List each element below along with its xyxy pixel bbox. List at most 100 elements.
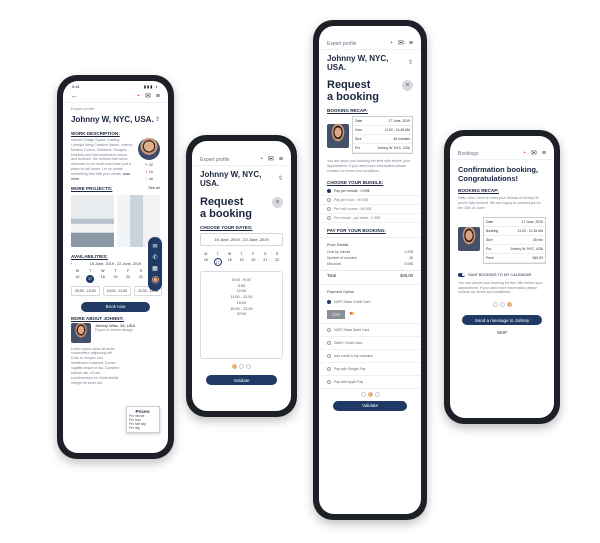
phone-icon[interactable]: ✆ xyxy=(152,254,157,261)
payment-option[interactable]: HDFC Bank Credit Card CVV ●● xyxy=(319,296,421,324)
pager-dot xyxy=(506,302,512,308)
radio-icon[interactable] xyxy=(327,379,331,384)
week-picker: M T W T F S S 16 17 18 19 20 21 22 xyxy=(192,252,291,267)
payment-option[interactable]: Debit / Credit Card xyxy=(319,337,421,350)
bundle-option[interactable]: Pay per minute : 0.99$ xyxy=(319,187,421,196)
date-cell[interactable]: 20 xyxy=(247,258,259,266)
calendar-icon[interactable]: ▦ xyxy=(152,265,158,272)
menu-icon[interactable]: ≡ xyxy=(409,40,413,47)
project-image[interactable] xyxy=(71,194,114,247)
top-icons: ◔ ✉ ≡ xyxy=(259,156,283,163)
pager-dot xyxy=(499,302,505,308)
total-line: Total $40,00 xyxy=(319,269,421,280)
radio-icon[interactable] xyxy=(327,366,331,371)
mail-icon[interactable]: ✉ xyxy=(398,40,404,47)
day-label: F xyxy=(127,268,130,273)
see-all-link[interactable]: See all xyxy=(148,186,160,190)
time-option[interactable]: 22:00 xyxy=(201,312,282,318)
payment-label: Debit / Credit Card xyxy=(334,340,363,345)
notification-icon[interactable]: ◔ xyxy=(522,150,526,157)
radio-selected-icon[interactable] xyxy=(327,188,331,193)
back-arrow-icon[interactable]: ← xyxy=(71,93,78,100)
notification-icon[interactable]: ◔ xyxy=(136,93,140,100)
date-cell[interactable]: 17 xyxy=(212,258,224,267)
phone-request-dates: Expert profile ◔ ✉ ≡ Johnny W, NYC, USA.… xyxy=(186,135,297,417)
bundle-option[interactable]: Per half course : 49.00$ xyxy=(319,205,421,214)
radio-selected-icon[interactable] xyxy=(327,299,331,304)
date-cell[interactable]: 18 xyxy=(224,258,236,266)
close-icon[interactable]: × xyxy=(402,80,413,91)
modal-header: Request a booking × xyxy=(192,192,291,222)
radio-icon[interactable] xyxy=(327,340,331,345)
chat-icon[interactable]: ✉ xyxy=(152,243,157,250)
phone-booking-payment: Expert profile ◔ ✉ ≡ Johnny W, NYC, USA.… xyxy=(313,20,427,520)
recap-row: Hour 11:00 - 11:45 AM xyxy=(353,126,412,136)
time-slot[interactable]: 10:00 - 11:00 xyxy=(102,285,132,296)
share-icon[interactable]: ⇧ xyxy=(155,117,160,123)
phone-confirmation: Bookings ◔ ✉ ≡ Confirmation booking, Con… xyxy=(444,130,560,424)
time-slot[interactable]: 09:00 - 10:00 xyxy=(71,285,100,296)
mail-icon[interactable]: ✉ xyxy=(145,93,151,100)
date-cell[interactable]: 16 xyxy=(71,275,84,283)
mail-icon[interactable]: ✉ xyxy=(268,156,274,163)
day-label: S xyxy=(139,268,143,273)
cvv-input[interactable]: CVV xyxy=(327,309,346,319)
day-label: M xyxy=(204,252,208,257)
day-label: W xyxy=(227,252,232,257)
validate-button[interactable]: Validate xyxy=(333,400,407,411)
date-cell[interactable]: 16 xyxy=(200,258,212,266)
calendar-toggle[interactable] xyxy=(458,272,465,277)
stat-comments: ✎ 32 xyxy=(145,163,153,167)
pager-dot xyxy=(492,302,498,308)
notification-icon[interactable]: ◔ xyxy=(259,156,263,163)
stat-likes-value: 46 xyxy=(149,177,154,181)
date-cell[interactable]: 17 xyxy=(84,274,97,283)
recap-row: Size 45 minutes xyxy=(353,135,412,145)
menu-icon[interactable]: ≡ xyxy=(279,156,283,163)
menu-icon[interactable]: ≡ xyxy=(542,150,546,157)
payment-option[interactable]: Pay with Google Pay xyxy=(319,363,421,376)
payment-option[interactable]: Add credit to my overview xyxy=(319,350,421,363)
screen-booking-payment: Expert profile ◔ ✉ ≡ Johnny W, NYC, USA.… xyxy=(319,26,421,514)
skip-link[interactable]: SKIP xyxy=(450,330,554,335)
radio-icon[interactable] xyxy=(327,215,331,220)
bundle-option[interactable]: Per minute - per week : 0.99$ xyxy=(319,214,421,223)
payment-option[interactable]: Pay with Apple Pay xyxy=(319,376,421,389)
page-label: Expert profile xyxy=(71,106,95,111)
radio-icon[interactable] xyxy=(327,206,331,211)
radio-icon[interactable] xyxy=(327,197,331,202)
date-cell[interactable]: 19 xyxy=(109,275,122,283)
book-now-button[interactable]: Book now xyxy=(81,301,150,312)
bundle-option[interactable]: Pay per hour : 49.00$ xyxy=(319,196,421,205)
mail-icon[interactable]: ✉ xyxy=(531,150,537,157)
date-cell[interactable]: 21 xyxy=(259,258,271,266)
radio-icon[interactable] xyxy=(327,353,331,358)
date-cell[interactable]: 21 xyxy=(135,275,148,283)
prev-arrow-icon[interactable]: ‹ xyxy=(71,262,72,266)
radio-icon[interactable] xyxy=(327,327,331,332)
time-list: 8:00 - 9:00 9:00 10:00 11:00 - 12:00 15:… xyxy=(200,271,283,360)
about-name: Johnny Wise, 36, USA xyxy=(95,322,136,328)
recap-key: Booking xyxy=(486,228,499,233)
date-range-box[interactable]: 16 June, 2019 - 22 June, 2019 xyxy=(200,233,283,247)
send-message-button[interactable]: Send a message to Johnny xyxy=(462,315,542,326)
share-icon[interactable]: ⇧ xyxy=(408,60,413,66)
date-cell[interactable]: 19 xyxy=(236,258,248,266)
payment-option[interactable]: HDFC Bank Debit Card xyxy=(319,324,421,337)
notification-icon[interactable]: ◔ xyxy=(389,40,393,47)
date-cell-selected[interactable]: 17 xyxy=(213,258,222,267)
date-cell[interactable]: 20 xyxy=(122,275,135,283)
avatar[interactable] xyxy=(150,276,160,285)
contact-pill: ✉ ✆ ▦ xyxy=(148,237,162,291)
share-icon[interactable]: ⇧ xyxy=(278,176,283,182)
validate-button[interactable]: Validate xyxy=(206,375,277,386)
menu-icon[interactable]: ≡ xyxy=(156,93,160,100)
stats-counts: ✎ 32 ⇪ 15 ♡ 46 xyxy=(145,163,153,181)
profile-title-row: Johnny W, NYC, USA. ⇧ xyxy=(319,50,421,76)
date-cell-selected[interactable]: 17 xyxy=(86,274,95,283)
recap-row: Date 17 June, 2019 xyxy=(484,218,545,227)
date-cell[interactable]: 22 xyxy=(271,258,283,266)
close-icon[interactable]: × xyxy=(272,197,283,208)
date-cell[interactable]: 18 xyxy=(96,275,109,283)
bundle-label: Pay per hour : 49.00$ xyxy=(334,197,368,202)
